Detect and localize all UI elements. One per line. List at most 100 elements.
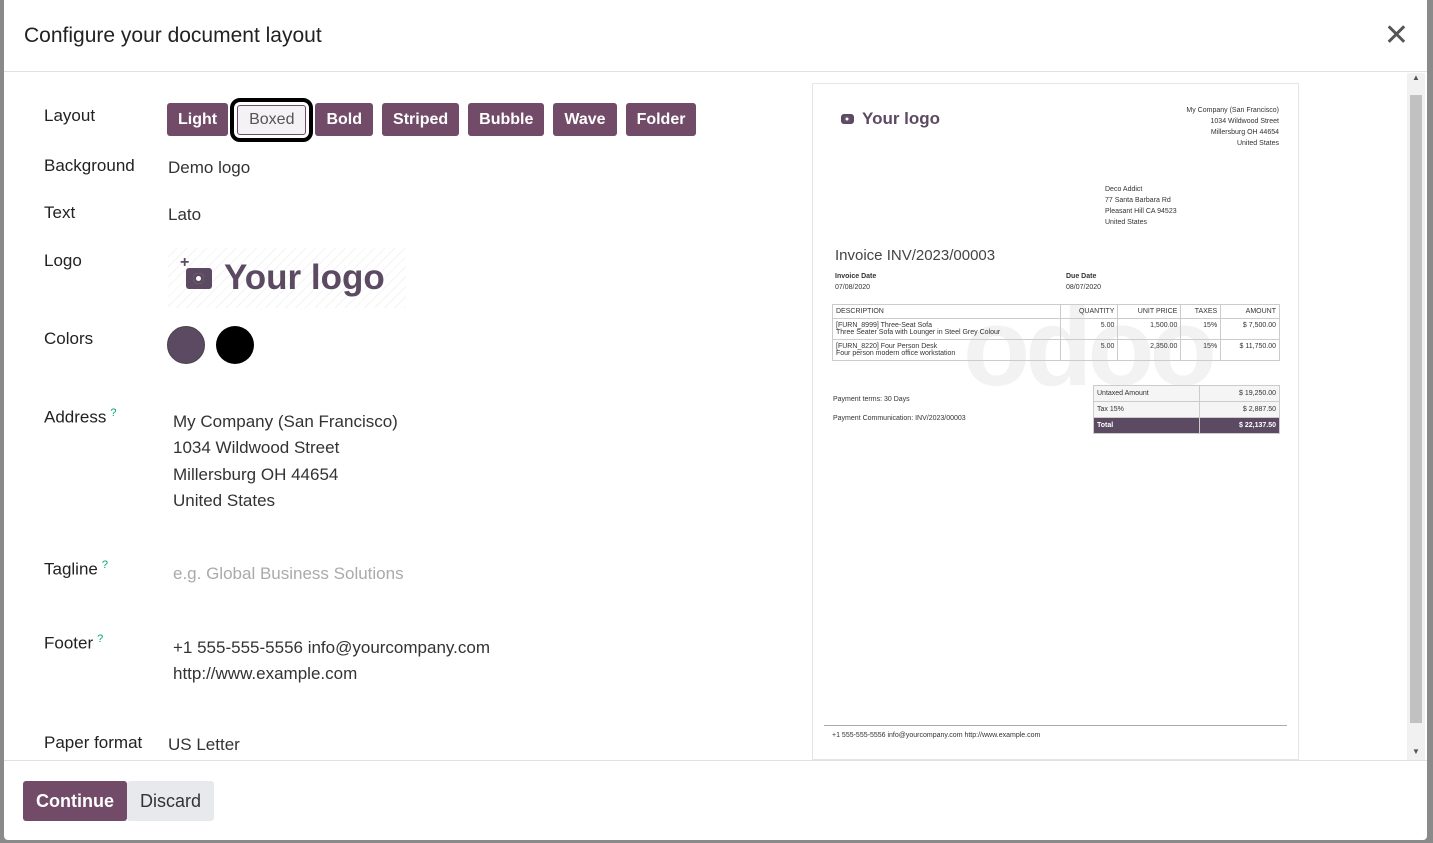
layout-bold-button[interactable]: Bold [315, 103, 374, 136]
tagline-label: Tagline? [44, 559, 108, 580]
customer-line: Deco Addict [1105, 186, 1143, 193]
tax-label: Tax 15% [1092, 401, 1201, 418]
product-name: [FURN_8220] Four Person Desk [836, 343, 938, 350]
price-cell: 2,350.00 [1117, 339, 1182, 361]
invoice-title: Invoice INV/2023/00003 [835, 247, 996, 264]
close-icon[interactable]: ✕ [1384, 21, 1409, 51]
tagline-label-text: Tagline [44, 559, 98, 579]
help-icon[interactable]: ? [102, 559, 108, 571]
address-line: Millersburg OH 44654 [173, 464, 339, 484]
preview-logo-text: Your logo [862, 109, 941, 128]
camera-add-icon [180, 254, 212, 289]
invoice-date-label: Invoice Date [835, 273, 877, 280]
payment-communication: Payment Communication: INV/2023/00003 [833, 415, 966, 422]
layout-wave-button[interactable]: Wave [553, 103, 617, 136]
dialog-footer: Continue Discard [4, 760, 1427, 840]
background-select[interactable]: Demo logo [168, 158, 250, 178]
table-row: [FURN_8999] Three-Seat Sofa Three Seater … [832, 318, 1280, 340]
company-line: 1034 Wildwood Street [1210, 118, 1279, 125]
logo-upload[interactable]: Your logo [168, 248, 406, 308]
tax-cell: 15% [1180, 339, 1222, 361]
paper-format-select[interactable]: US Letter [168, 735, 240, 755]
footer-line: http://www.example.com [173, 664, 358, 684]
qty-cell: 5.00 [1059, 339, 1119, 361]
table-row: [FURN_8220] Four Person Desk Four person … [832, 339, 1280, 361]
customer-line: United States [1105, 219, 1148, 226]
dialog-header: Configure your document layout ✕ [4, 0, 1427, 72]
primary-color-swatch[interactable] [167, 326, 205, 364]
total-value: $ 22,137.50 [1199, 417, 1280, 434]
dialog-title: Configure your document layout [24, 23, 322, 47]
column-header: AMOUNT [1220, 304, 1280, 319]
company-line: Millersburg OH 44654 [1210, 129, 1279, 136]
tagline-input[interactable]: e.g. Global Business Solutions [173, 561, 404, 587]
scrollbar[interactable]: ▲ ▼ [1407, 73, 1425, 760]
due-date: Due Date 08/07/2020 [1066, 271, 1101, 293]
column-header: DESCRIPTION [832, 304, 1061, 319]
company-address: My Company (San Francisco) 1034 Wildwood … [1186, 105, 1279, 149]
logo-label: Logo [44, 251, 82, 270]
column-header: QUANTITY [1059, 304, 1119, 319]
layout-options: Light Boxed Bold Striped Bubble Wave Fol… [167, 97, 697, 142]
scroll-up-icon[interactable]: ▲ [1407, 73, 1425, 82]
help-icon[interactable]: ? [110, 407, 116, 419]
document-preview: odoo Your logo My Company (San Francisco… [812, 83, 1299, 760]
camera-icon [841, 114, 854, 124]
invoice-date: Invoice Date 07/08/2020 [835, 271, 876, 293]
invoice-date-value: 07/08/2020 [835, 284, 871, 291]
layout-boxed-button[interactable]: Boxed [230, 97, 314, 142]
customer-line: 77 Santa Barbara Rd [1105, 197, 1171, 204]
colors-label: Colors [44, 329, 94, 348]
payment-terms: Payment terms: 30 Days [833, 396, 910, 403]
footer-line: +1 555-555-5556 info@yourcompany.com [173, 638, 490, 657]
scroll-down-icon[interactable]: ▼ [1407, 747, 1425, 756]
product-desc: Three Seater Sofa with Lounger in Steel … [836, 329, 1001, 336]
footer-label: Footer? [44, 633, 103, 654]
footer-field[interactable]: +1 555-555-5556 info@yourcompany.com htt… [173, 635, 490, 688]
discard-button[interactable]: Discard [127, 781, 215, 821]
invoice-lines-table: DESCRIPTION QUANTITY UNIT PRICE TAXES AMOUNT… [832, 304, 1280, 361]
tax-row: Tax 15% $ 2,887.50 [1092, 401, 1280, 418]
company-line: My Company (San Francisco) [1186, 107, 1279, 114]
due-date-label: Due Date [1066, 273, 1097, 280]
address-line: My Company (San Francisco) [173, 412, 398, 431]
text-label: Text [44, 203, 76, 222]
preview-footer: +1 555-555-5556 info@yourcompany.com htt… [832, 732, 1041, 739]
layout-bubble-button[interactable]: Bubble [468, 103, 545, 136]
address-line: 1034 Wildwood Street [173, 438, 340, 458]
address-label: Address? [44, 407, 117, 428]
continue-button[interactable]: Continue [23, 781, 127, 821]
address-field[interactable]: My Company (San Francisco) 1034 Wildwood… [173, 409, 398, 514]
tax-cell: 15% [1180, 318, 1222, 340]
customer-address: Deco Addict 77 Santa Barbara Rd Pleasant H… [1105, 184, 1177, 228]
footer-divider [824, 725, 1287, 726]
untaxed-row: Untaxed Amount $ 19,250.00 [1092, 385, 1280, 402]
footer-label-text: Footer [44, 633, 94, 653]
secondary-color-swatch[interactable] [216, 326, 254, 364]
font-select[interactable]: Lato [168, 205, 201, 225]
untaxed-value: $ 19,250.00 [1199, 385, 1280, 402]
layout-striped-button[interactable]: Striped [382, 103, 460, 136]
address-line: United States [173, 490, 276, 510]
paper-format-label: Paper format [44, 733, 143, 752]
product-desc: Four person modern office workstation [836, 350, 956, 357]
scrollbar-thumb[interactable] [1410, 95, 1422, 723]
company-line: United States [1236, 140, 1279, 147]
table-header: DESCRIPTION QUANTITY UNIT PRICE TAXES AMOUNT [832, 304, 1280, 319]
customer-line: Pleasant Hill CA 94523 [1105, 208, 1177, 215]
totals-table: Untaxed Amount $ 19,250.00 Tax 15% $ 2,887… [1092, 385, 1280, 434]
logo-text: Your logo [224, 258, 385, 297]
total-label: Total [1092, 417, 1201, 434]
layout-light-button[interactable]: Light [167, 103, 229, 136]
address-label-text: Address [44, 407, 107, 427]
column-header: TAXES [1180, 304, 1222, 319]
layout-dialog: Configure your document layout ✕ Layout … [4, 0, 1427, 840]
product-name: [FURN_8999] Three-Seat Sofa [836, 322, 932, 329]
layout-label: Layout [44, 106, 96, 125]
amount-cell: $ 11,750.00 [1220, 339, 1280, 361]
preview-logo: Your logo [841, 109, 940, 129]
help-icon[interactable]: ? [97, 633, 103, 645]
amount-cell: $ 7,500.00 [1220, 318, 1280, 340]
qty-cell: 5.00 [1059, 318, 1119, 340]
layout-folder-button[interactable]: Folder [625, 103, 697, 136]
